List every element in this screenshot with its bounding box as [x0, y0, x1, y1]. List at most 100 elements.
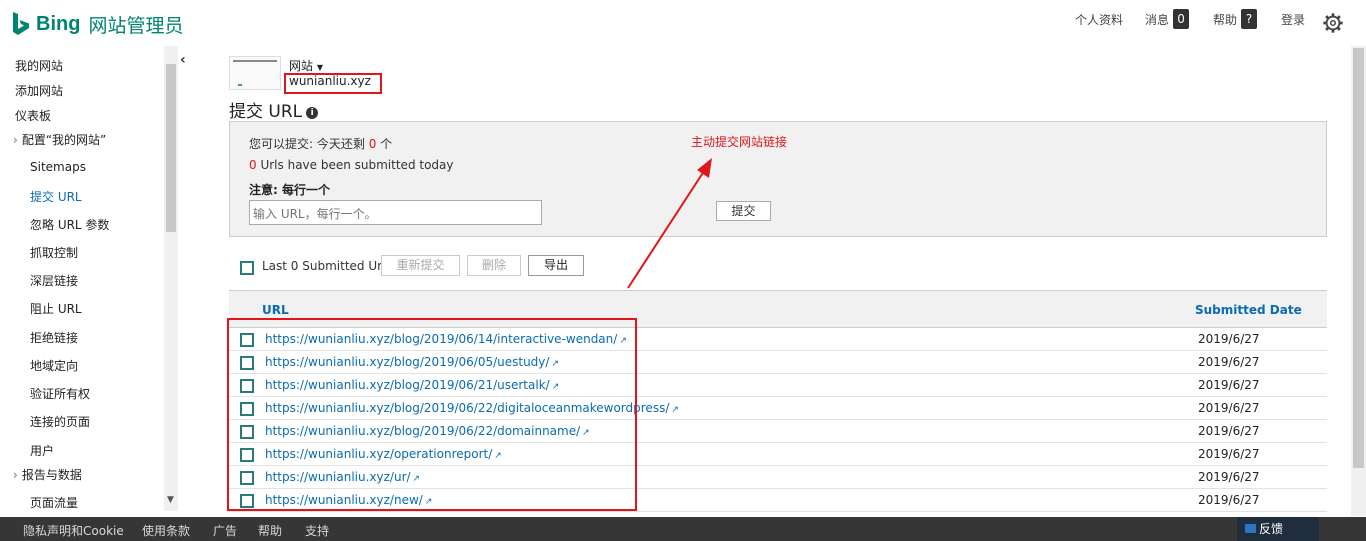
nav-help[interactable]: 帮助 ? — [1213, 8, 1258, 30]
sidebar-item-label: 报告与数据 — [21, 468, 82, 482]
sidebar-item-my-sites[interactable]: 我的网站 — [15, 57, 63, 74]
nav-login[interactable]: 登录 — [1281, 8, 1305, 30]
gear-icon[interactable] — [1322, 12, 1344, 34]
column-header-submitted-date[interactable]: Submitted Date — [1195, 303, 1302, 317]
quota-suffix: 个 — [380, 137, 393, 151]
feedback-button[interactable]: 反馈 — [1237, 517, 1319, 541]
export-button[interactable]: 导出 — [528, 255, 584, 276]
row-date: 2019/6/27 — [1198, 493, 1260, 507]
sidebar-scrollbar[interactable]: ▼ — [164, 46, 178, 511]
footer-link-terms[interactable]: 使用条款 — [142, 522, 190, 539]
select-all-checkbox[interactable] — [240, 261, 254, 275]
last-submitted-label: Last 0 Submitted Urls — [262, 259, 392, 273]
sidebar-item-label: 抓取控制 — [30, 246, 79, 260]
sidebar-scrollbar-thumb[interactable] — [166, 64, 176, 232]
chevron-right-icon: › — [13, 133, 18, 147]
sidebar-item-label: 忽略 URL 参数 — [30, 218, 110, 232]
chevron-right-icon: › — [13, 468, 18, 482]
site-dropdown[interactable]: 网站 ▼ — [289, 57, 323, 74]
quota-text: 您可以提交: 今天还剩 0 个 — [249, 135, 392, 152]
nav-messages[interactable]: 消息 0 — [1145, 8, 1190, 30]
sidebar-item-label: 提交 URL — [30, 190, 82, 204]
sidebar-item-page-traffic[interactable]: 页面流量 — [30, 494, 78, 511]
sidebar-item-label: 连接的页面 — [30, 415, 91, 429]
scroll-down-arrow-icon[interactable]: ▼ — [167, 495, 174, 505]
nav-profile-label: 个人资料 — [1075, 12, 1124, 27]
row-date: 2019/6/27 — [1198, 332, 1260, 346]
sidebar-item-deep-links[interactable]: 深层链接 — [30, 272, 78, 289]
footer-link-ads[interactable]: 广告 — [213, 522, 237, 539]
sidebar-item-users[interactable]: 用户 — [30, 442, 54, 459]
sidebar-item-label: 深层链接 — [30, 274, 79, 288]
header: Bing 网站管理员 个人资料 消息 0 帮助 ? 登录 — [0, 0, 1366, 46]
sidebar-item-label: 拒绝链接 — [30, 331, 79, 345]
row-date: 2019/6/27 — [1198, 424, 1260, 438]
note-text: 注意: 每行一个 — [249, 183, 330, 197]
help-question-icon: ? — [1241, 9, 1258, 29]
site-thumbnail — [229, 56, 281, 90]
comment-icon — [1245, 524, 1256, 533]
info-icon[interactable]: i — [306, 107, 319, 119]
sidebar-item-label: 配置“我的网站” — [21, 133, 107, 147]
highlight-box-url-list — [227, 318, 637, 511]
sidebar-item-crawl-control[interactable]: 抓取控制 — [30, 244, 78, 261]
row-date: 2019/6/27 — [1198, 355, 1260, 369]
quota-count: 0 — [368, 137, 377, 151]
sidebar-item-geo-targeting[interactable]: 地域定向 — [30, 357, 78, 374]
site-dropdown-label: 网站 — [289, 59, 314, 73]
sidebar-item-submit-url[interactable]: 提交 URL — [30, 188, 82, 205]
sidebar-item-label: 地域定向 — [30, 359, 79, 373]
sidebar-item-disavow-links[interactable]: 拒绝链接 — [30, 329, 78, 346]
footer-link-support[interactable]: 支持 — [305, 522, 329, 539]
sidebar-item-label: 页面流量 — [30, 496, 79, 510]
delete-button[interactable]: 删除 — [467, 255, 521, 276]
submitted-text: Urls have been submitted today — [260, 158, 454, 172]
annotation-arrow — [627, 158, 712, 289]
page-scrollbar-thumb[interactable] — [1353, 48, 1364, 468]
messages-count-badge: 0 — [1173, 9, 1190, 29]
sidebar-item-verify-ownership[interactable]: 验证所有权 — [30, 385, 90, 402]
bing-logo[interactable]: Bing 网站管理员 — [12, 10, 183, 38]
logo-text: Bing — [36, 12, 81, 35]
highlight-box-domain — [284, 73, 382, 94]
submitted-count: 0 — [249, 158, 257, 172]
nav-messages-label: 消息 — [1145, 12, 1170, 27]
external-link-icon: ↗ — [671, 405, 679, 415]
feedback-label: 反馈 — [1259, 522, 1284, 536]
sidebar-item-configure-site[interactable]: › 配置“我的网站” — [13, 131, 106, 148]
sidebar-item-label: Sitemaps — [30, 160, 86, 174]
column-header-url[interactable]: URL — [262, 303, 289, 317]
thumbnail-bar — [233, 60, 277, 62]
footer-link-help[interactable]: 帮助 — [258, 522, 282, 539]
nav-profile[interactable]: 个人资料 — [1075, 8, 1123, 30]
sidebar-item-label: 验证所有权 — [30, 387, 91, 401]
sidebar-item-connected-pages[interactable]: 连接的页面 — [30, 413, 90, 430]
row-date: 2019/6/27 — [1198, 447, 1260, 461]
thumbnail-dot — [238, 84, 242, 86]
footer: 隐私声明和Cookie 使用条款 广告 帮助 支持 反馈 — [0, 517, 1366, 541]
sidebar-item-ignore-url-params[interactable]: 忽略 URL 参数 — [30, 216, 109, 233]
resubmit-button[interactable]: 重新提交 — [381, 255, 460, 276]
bing-b-icon — [13, 12, 29, 35]
page-title: 提交 URL i — [229, 97, 319, 122]
sidebar-item-label: 我的网站 — [15, 59, 64, 73]
url-input[interactable] — [249, 200, 542, 225]
sidebar-item-label: 添加网站 — [15, 84, 64, 98]
caret-down-icon: ▼ — [316, 63, 323, 72]
nav-login-label: 登录 — [1281, 12, 1306, 27]
product-name: 网站管理员 — [88, 14, 184, 37]
sidebar-item-reports[interactable]: › 报告与数据 — [13, 466, 82, 483]
submitted-today-text: 0 Urls have been submitted today — [249, 158, 454, 172]
page-scrollbar[interactable] — [1351, 46, 1366, 516]
row-date: 2019/6/27 — [1198, 378, 1260, 392]
sidebar-item-block-urls[interactable]: 阻止 URL — [30, 300, 82, 317]
sidebar-item-dashboard[interactable]: 仪表板 — [15, 107, 51, 124]
quota-prefix: 您可以提交: 今天还剩 — [249, 137, 365, 151]
sidebar-item-label: 仪表板 — [15, 109, 52, 123]
sidebar-item-add-site[interactable]: 添加网站 — [15, 82, 63, 99]
footer-link-privacy[interactable]: 隐私声明和Cookie — [23, 522, 124, 539]
collapse-sidebar-icon[interactable]: ‹ — [180, 52, 186, 68]
sidebar-item-sitemaps[interactable]: Sitemaps — [30, 160, 86, 174]
submit-button[interactable]: 提交 — [716, 201, 771, 221]
sidebar-item-label: 用户 — [30, 444, 55, 458]
